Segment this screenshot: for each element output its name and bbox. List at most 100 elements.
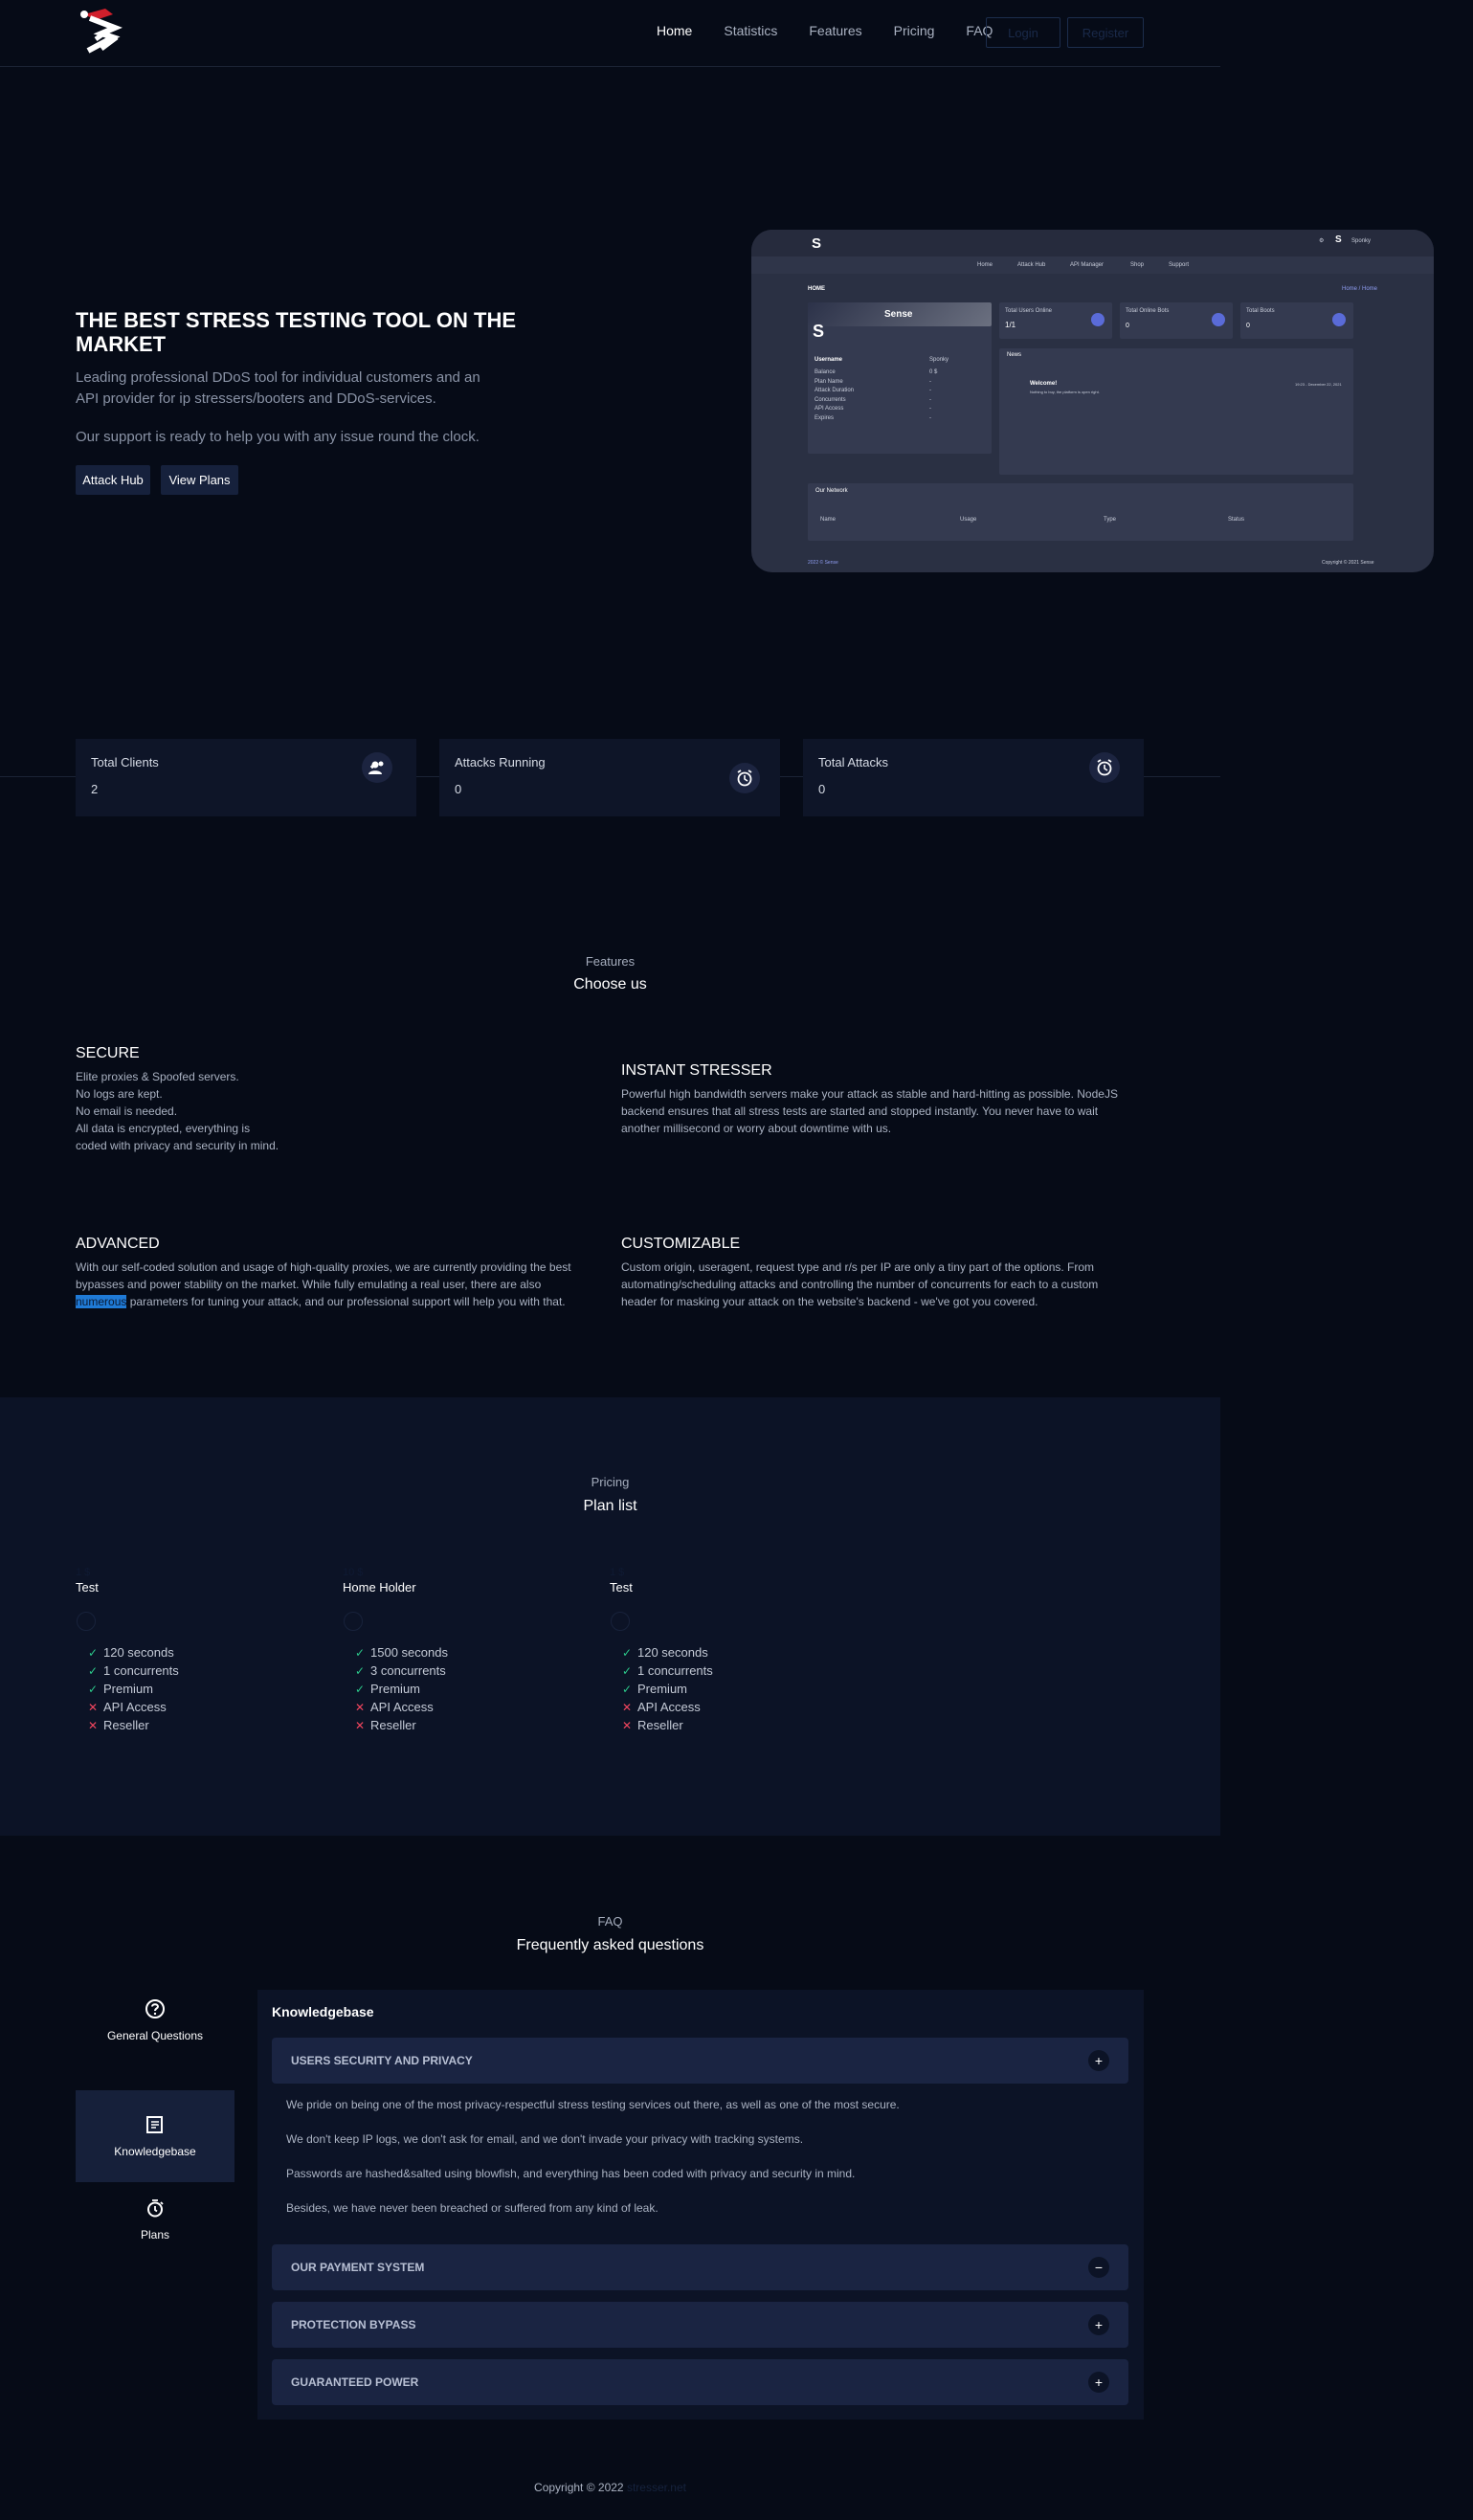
view-plans-button[interactable]: View Plans [161,465,238,495]
plan-feature-list: ✓ 120 seconds ✓ 1 concurrents ✓ Premium ✕ API A… [88,1643,179,1734]
text-line: numerous parameters for tuning your atta… [76,1293,612,1310]
plan-feature-label: API Access [637,1700,701,1714]
accordion-security[interactable]: USERS SECURITY AND PRIVACY + [272,2038,1128,2084]
preview-user-row-label: Plan Name [815,378,843,385]
nav-statistics[interactable]: Statistics [724,23,777,38]
plan-feature: ✕ API Access [88,1698,179,1716]
logo[interactable] [77,5,124,57]
preview-footer-left: 2022 © Sense [808,560,838,566]
preview-network-col-usage: Usage [960,517,977,523]
stat-card-total-attacks: Total Attacks 0 [803,739,1144,816]
expand-icon[interactable]: + [1088,2050,1109,2071]
faq-tab-label: Knowledgebase [114,2145,196,2158]
faq-tab-general[interactable]: General Questions [76,1974,234,2066]
plan-select-radio[interactable] [77,1612,96,1631]
check-icon: ✓ [355,1682,366,1696]
plan-card[interactable]: 1 $ Test ✓ 120 seconds ✓ 1 concurrents ✓ Prem… [610,1567,713,1734]
plan-feature-label: Reseller [103,1718,149,1732]
footer: Copyright © 2022 stresser.net [0,2481,1220,2494]
collapse-icon[interactable]: − [1088,2257,1109,2278]
footer-brand-link[interactable]: stresser.net [627,2481,686,2494]
faq-tab-plans[interactable]: Plans [76,2174,234,2265]
question-circle-icon [145,1999,165,2018]
plan-price: 1 $ [76,1567,91,1578]
plan-feature-label: 120 seconds [637,1645,708,1660]
plan-price: 10 $ [343,1567,364,1578]
expand-icon[interactable]: + [1088,2372,1109,2393]
plan-feature: ✕ Reseller [355,1716,448,1734]
plan-feature-label: 120 seconds [103,1645,174,1660]
check-icon: ✓ [622,1682,633,1696]
feature-customizable-text: Custom origin, useragent, request type a… [621,1259,1157,1310]
plan-feature-label: 1500 seconds [370,1645,448,1660]
document-icon [146,2116,163,2133]
preview-user-heading: Username [815,357,843,363]
plan-feature-label: 1 concurrents [637,1663,713,1678]
feature-secure-title: SECURE [76,1045,140,1061]
cross-icon: ✕ [88,1718,99,1732]
preview-user-row-label: Expires [815,414,835,421]
attack-hub-button[interactable]: Attack Hub [76,465,150,495]
faq-panel-title: Knowledgebase [272,2004,374,2019]
plan-feature: ✓ Premium [88,1680,179,1698]
preview-user-row-value: - [929,378,931,385]
plan-card[interactable]: 1 $ Test ✓ 120 seconds ✓ 1 concurrents ✓ Prem… [76,1567,179,1734]
register-button[interactable]: Register [1067,17,1144,48]
check-icon: ✓ [88,1682,99,1696]
accordion-protection[interactable]: PROTECTION BYPASS + [272,2302,1128,2348]
preview-card-boots-value: 0 [1246,323,1250,329]
stat-value: 0 [818,782,826,796]
preview-avatar: S [1335,234,1342,245]
plan-select-radio[interactable] [344,1612,363,1631]
feature-advanced-text: With our self-coded solution and usage o… [76,1259,612,1310]
cross-icon: ✕ [622,1700,633,1714]
stat-label: Total Clients [91,755,159,769]
plan-feature: ✓ Premium [355,1680,448,1698]
plan-feature: ✕ API Access [355,1698,448,1716]
dashboard-preview: S ⚙ S Sponky Home Attack Hub API Manager… [751,230,1434,572]
accordion-power[interactable]: GUARANTEED POWER + [272,2359,1128,2405]
cross-icon: ✕ [355,1718,366,1732]
preview-user-row-label: Attack Duration [815,388,855,393]
preview-card-bots-label: Total Online Bots [1126,308,1170,314]
preview-welcome-sub: Nothing to buy, the platform is open rig… [1030,390,1100,394]
plan-price: 1 $ [610,1567,625,1578]
plan-select-radio[interactable] [611,1612,630,1631]
plan-feature: ✓ 1 concurrents [622,1661,713,1680]
check-icon: ✓ [355,1645,366,1660]
stat-label: Attacks Running [455,755,546,769]
faq-tab-knowledgebase[interactable]: Knowledgebase [76,2090,234,2182]
plan-feature-list: ✓ 120 seconds ✓ 1 concurrents ✓ Premium ✕ API A… [622,1643,713,1734]
text-line: header for masking your attack on the we… [621,1295,1038,1308]
feature-instant-text: Powerful high bandwidth servers make you… [621,1085,1157,1137]
nav-pricing[interactable]: Pricing [894,23,935,38]
plan-feature: ✓ 3 concurrents [355,1661,448,1680]
plan-feature-label: API Access [370,1700,434,1714]
check-icon: ✓ [355,1663,366,1678]
pricing-eyebrow: Pricing [591,1475,630,1489]
nav-features[interactable]: Features [809,23,861,38]
expand-icon[interactable]: + [1088,2314,1109,2335]
features-eyebrow: Features [585,954,636,969]
faq-answer-paragraph: We pride on being one of the most privac… [286,2098,900,2111]
text-line: another millisecond or worry about downt… [621,1122,892,1135]
check-icon: ✓ [622,1663,633,1678]
feature-customizable-title: CUSTOMIZABLE [621,1236,741,1252]
hero-description: Leading professional DDoS tool for indiv… [76,369,480,407]
plan-feature-label: Premium [370,1682,421,1696]
nav-home[interactable]: Home [657,23,692,38]
preview-user-row-label: Balance [815,369,836,375]
text-line: bypasses and power stability on the mark… [76,1278,542,1291]
accordion-payment[interactable]: OUR PAYMENT SYSTEM − [272,2244,1128,2290]
plan-feature-label: 1 concurrents [103,1663,179,1678]
text-line: No logs are kept. [76,1087,163,1101]
login-button[interactable]: Login [986,17,1060,48]
preview-gear-icon: ⚙ [1319,238,1325,244]
preview-nav-support: Support [1169,262,1190,268]
stopwatch-icon [147,2199,164,2218]
check-icon: ✓ [88,1645,99,1660]
features-heading: Choose us [573,976,647,992]
faq-answer-paragraph: We don't keep IP logs, we don't ask for … [286,2132,804,2146]
accordion-title: OUR PAYMENT SYSTEM [291,2261,425,2274]
plan-card[interactable]: 10 $ Home Holder ✓ 1500 seconds ✓ 3 concurr… [343,1567,448,1734]
